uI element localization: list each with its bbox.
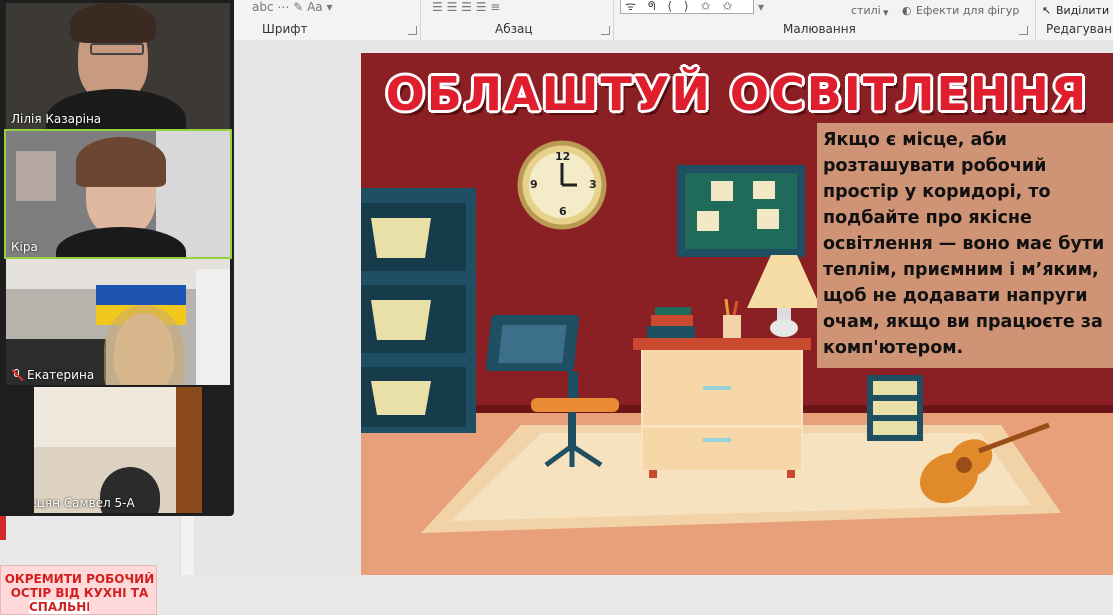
clock-number: 9 <box>530 178 538 191</box>
door <box>176 387 202 513</box>
text-line: розташувати робочий <box>823 156 1047 176</box>
text-line: простір у коридорі, то <box>823 182 1051 202</box>
gallery-more-icon[interactable]: ▾ <box>758 0 764 14</box>
current-slide[interactable]: 12 3 6 9 ОБЛАШТУЙ ОСВІТЛЕННЯ Якщо є місц… <box>361 53 1113 575</box>
shape-effects-icon: ◐ <box>902 4 912 17</box>
group-paragraph-label: Абзац <box>495 22 533 36</box>
video-tile-active-speaker[interactable]: Кіра <box>4 129 232 259</box>
clock-number: 3 <box>589 178 597 191</box>
thumbnail-text: СПАЛЬНІ <box>29 600 89 614</box>
shapes-gallery[interactable]: ᯤ ᖗ ⟨ ⟩ ✩ ✩ <box>620 0 754 14</box>
group-drawing-label: Малювання <box>783 22 856 36</box>
quick-styles-button[interactable]: стилі <box>851 4 881 17</box>
clock-number: 12 <box>555 150 571 163</box>
text-line: освітлення — воно має бути <box>823 234 1105 254</box>
group-editing-label: Редагування <box>1046 22 1113 36</box>
mic-muted-icon <box>11 369 23 381</box>
video-tile[interactable]: Сарецян Самвел 5-А <box>34 387 202 513</box>
thumbnail-text: ОСТІР ВІД КУХНІ ТА <box>10 586 149 600</box>
font-style-icons[interactable]: abc ⋯ ✎ Aa ▾ <box>252 0 332 14</box>
ribbon-divider <box>613 0 614 40</box>
window <box>196 269 230 385</box>
participant-name: Лілія Казаріна <box>11 112 102 126</box>
text-line: теплім, приємним і м’яким, <box>823 260 1099 280</box>
text-line: подбайте про якісне <box>823 208 1032 228</box>
paragraph-dialog-launcher-icon[interactable] <box>601 26 610 35</box>
participant-name: Сарецян Самвел 5-А <box>34 496 135 510</box>
text-line: щоб не додавати напруги <box>823 286 1088 306</box>
video-tile[interactable]: Екатерина <box>6 259 230 385</box>
font-dialog-launcher-icon[interactable] <box>408 26 417 35</box>
text-line: Якщо є місце, аби <box>823 130 1007 150</box>
ribbon-divider <box>420 0 421 40</box>
thumbnail-text: ОКРЕМИТИ РОБОЧИЙ <box>4 572 155 586</box>
clock-number: 6 <box>559 205 567 218</box>
picture-frame <box>16 151 56 201</box>
text-line: комп'ютером. <box>823 338 964 358</box>
participant-hair <box>104 305 184 385</box>
participant-name: Кіра <box>11 240 38 254</box>
participant-hair <box>70 3 156 43</box>
text-line: очам, якщо ви працюєте за <box>823 312 1103 332</box>
slide-text-box[interactable]: Якщо є місце, аби розташувати робочий пр… <box>817 123 1113 368</box>
participant-hair <box>76 137 166 187</box>
cursor-icon: ↖ <box>1042 4 1052 17</box>
shape-effects-button[interactable]: Ефекти для фігур <box>916 4 1019 17</box>
glasses <box>90 43 144 55</box>
flag-blue <box>96 285 186 305</box>
participant-name: Екатерина <box>27 368 95 382</box>
select-button[interactable]: Виділити <box>1056 4 1109 17</box>
group-font-label: Шрифт <box>262 22 308 36</box>
participant-name-row: Екатерина <box>11 368 94 382</box>
paragraph-align-icons[interactable]: ☰ ☰ ☰ ☰ ≡ <box>432 0 500 14</box>
slide-title[interactable]: ОБЛАШТУЙ ОСВІТЛЕННЯ <box>361 67 1113 121</box>
slide-thumbnail[interactable]: ОКРЕМИТИ РОБОЧИЙ ОСТІР ВІД КУХНІ ТА СПАЛ… <box>0 565 157 615</box>
dropdown-arrow-icon[interactable]: ▾ <box>883 6 889 19</box>
video-gallery[interactable]: Лілія Казаріна Кіра Екатерина Сарецян Са… <box>0 0 234 516</box>
ribbon-divider <box>1035 0 1036 40</box>
video-tile[interactable]: Лілія Казаріна <box>6 3 230 129</box>
drawing-dialog-launcher-icon[interactable] <box>1019 26 1028 35</box>
